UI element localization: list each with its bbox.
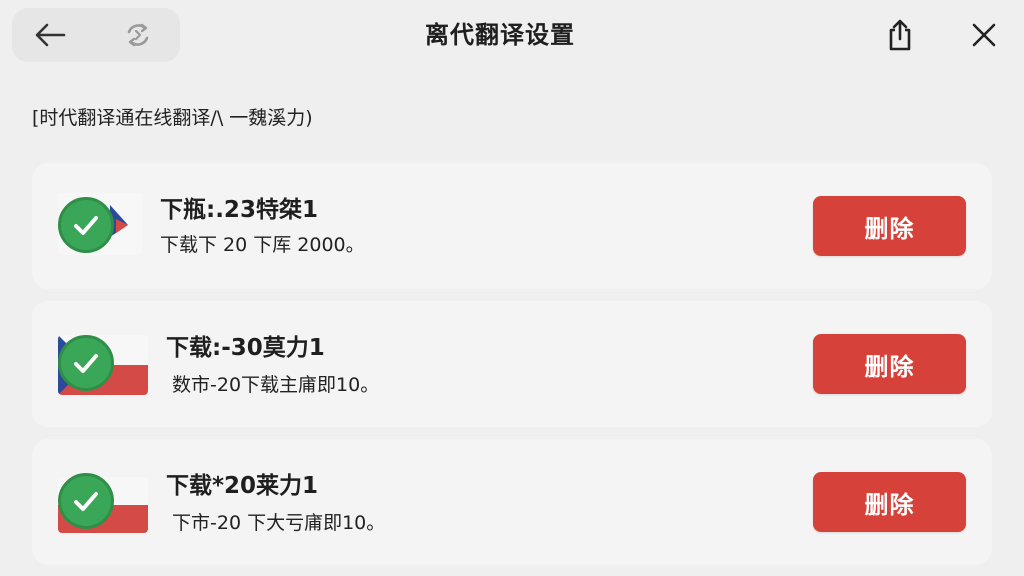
pack-description: 下市-20 下大亏庯即10。: [172, 512, 386, 534]
pack-title: 下载:-30莫力1: [166, 335, 325, 361]
delete-button[interactable]: 删除: [813, 472, 966, 532]
language-pack-card: 下载*20莱力1 下市-20 下大亏庯即10。 删除: [32, 439, 992, 565]
sync-button[interactable]: [114, 14, 162, 56]
pack-title: 下瓶:.23特桀1: [160, 197, 318, 223]
delete-button[interactable]: 删除: [813, 196, 966, 256]
pack-title: 下载*20莱力1: [166, 473, 319, 499]
page-title: 离代翻译设置: [425, 21, 575, 49]
language-pack-card: 下载:-30莫力1 数市-20下载主庯即10。 删除: [32, 301, 992, 427]
section-subtitle: [时代翻译通在线翻译/\ 一魏溪力): [32, 107, 313, 129]
language-pack-card: 下瓶:.23特桀1 下载下 20 下厍 2000。 删除: [32, 163, 992, 289]
close-button[interactable]: [960, 12, 1008, 58]
check-circle-icon: [58, 197, 114, 253]
back-button[interactable]: [26, 14, 74, 56]
pack-description: 下载下 20 下厍 2000。: [160, 234, 365, 256]
share-button[interactable]: [876, 12, 924, 58]
header-bar: 离代翻译设置: [0, 0, 1024, 72]
check-circle-icon: [58, 335, 114, 391]
arrow-left-icon: [35, 23, 66, 47]
pack-description: 数市-20下载主庯即10。: [172, 374, 380, 396]
check-circle-icon: [58, 473, 114, 529]
sync-icon: [127, 23, 149, 47]
close-icon: [972, 23, 996, 47]
share-icon: [889, 19, 911, 51]
offline-translation-settings-screen: 离代翻译设置 [时代翻译通在线翻译/\ 一魏溪力) 下瓶:.23特桀1 下载下 …: [0, 0, 1024, 576]
delete-button[interactable]: 删除: [813, 334, 966, 394]
